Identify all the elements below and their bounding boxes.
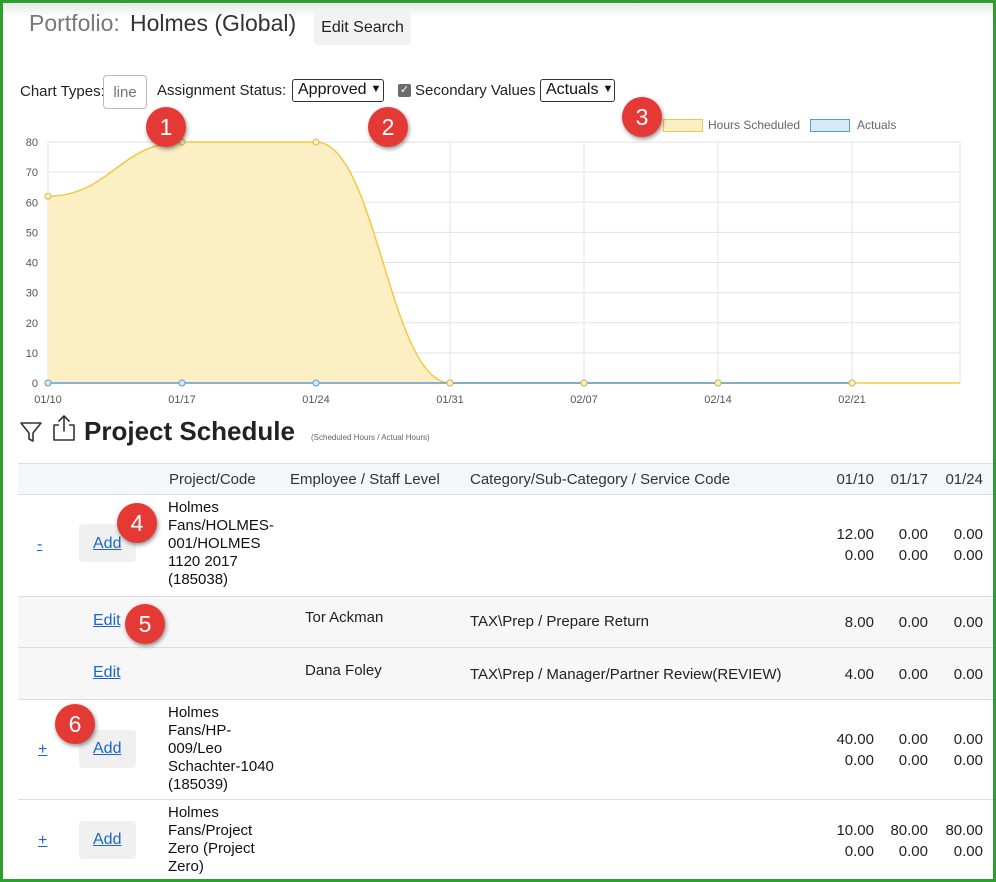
export-icon[interactable] [51,414,77,442]
x-tick-label: 01/24 [302,394,330,406]
y-tick-label: 80 [26,137,38,149]
project-code: Holmes Fans/HOLMES-001/HOLMES 1120 2017 … [168,499,274,588]
callout-badge-5: 5 [125,604,165,644]
add-link[interactable]: Add [93,831,121,849]
point-hours-scheduled [44,192,52,200]
column-header-employee[interactable]: Employee / Staff Level [290,471,440,488]
category-code: TAX\Prep / Manager/Partner Review(REVIEW… [470,666,782,683]
y-tick-label: 50 [26,227,38,239]
expand-toggle[interactable]: + [38,741,47,759]
x-tick-label: 01/10 [34,394,62,406]
week-1-actual: 0.00 [844,843,874,860]
week-3-hours: 0.00 [953,666,983,683]
expand-toggle[interactable]: + [38,832,47,850]
collapse-toggle[interactable]: - [37,536,42,554]
y-tick-label: 30 [26,288,38,300]
week-2-hours: 0.00 [898,666,928,683]
week-3-actual: 0.00 [953,752,983,769]
week-1-scheduled: 40.00 [836,731,874,748]
point-hours-scheduled [312,138,320,146]
point-hours-scheduled [446,379,454,387]
column-header-week-1[interactable]: 01/10 [820,471,874,488]
project-code: Holmes Fans/Project Zero (Project Zero) [168,804,255,875]
x-tick-label: 01/31 [436,394,464,406]
edit-link[interactable]: Edit [93,612,121,630]
point-actuals [44,379,52,387]
week-1-actual: 0.00 [844,752,874,769]
callout-badge-3: 3 [622,97,662,137]
week-2-scheduled: 0.00 [898,731,928,748]
add-link[interactable]: Add [93,535,121,553]
point-hours-scheduled [714,379,722,387]
callout-badge-2: 2 [368,107,408,147]
week-3-scheduled: 80.00 [945,822,983,839]
schedule-title: Project Schedule [84,416,295,446]
week-1-hours: 4.00 [844,666,874,683]
week-3-actual: 0.00 [953,843,983,860]
week-3-scheduled: 0.00 [953,731,983,748]
week-1-scheduled: 12.00 [836,526,874,543]
schedule-subtitle: (Scheduled Hours / Actual Hours) [311,433,430,442]
y-tick-label: 10 [26,348,38,360]
y-tick-label: 0 [32,378,38,390]
week-3-hours: 0.00 [953,614,983,631]
y-tick-label: 40 [26,258,38,270]
y-tick-label: 20 [26,318,38,330]
week-1-actual: 0.00 [844,547,874,564]
column-header-project[interactable]: Project/Code [169,471,256,488]
callout-badge-4: 4 [117,503,157,543]
x-tick-label: 02/21 [838,394,866,406]
week-2-hours: 0.00 [898,614,928,631]
column-header-week-3[interactable]: 01/24 [928,471,983,488]
column-header-week-2[interactable]: 01/17 [874,471,928,488]
x-tick-label: 02/14 [704,394,732,406]
point-hours-scheduled [580,379,588,387]
week-2-actual: 0.00 [898,752,928,769]
x-tick-label: 01/17 [168,394,196,406]
callout-badge-1: 1 [146,107,186,147]
point-actuals [312,379,320,387]
callout-badge-6: 6 [55,704,95,744]
week-2-actual: 0.00 [898,547,928,564]
column-header-category[interactable]: Category/Sub-Category / Service Code [470,471,730,488]
point-actuals [178,379,186,387]
y-tick-label: 60 [26,197,38,209]
employee-name: Dana Foley [305,662,382,679]
week-3-scheduled: 0.00 [953,526,983,543]
hours-chart: 0 10 20 30 40 50 60 70 80 01/10 01/17 01/24 01/31 02/… [26,137,961,406]
y-tick-label: 70 [26,167,38,179]
edit-link[interactable]: Edit [93,664,121,682]
point-hours-scheduled [848,379,856,387]
week-3-actual: 0.00 [953,547,983,564]
week-2-scheduled: 0.00 [898,526,928,543]
category-code: TAX\Prep / Prepare Return [470,613,649,630]
week-1-hours: 8.00 [844,614,874,631]
x-tick-label: 02/07 [570,394,598,406]
project-code: Holmes Fans/HP-009/Leo Schachter-1040 (1… [168,704,274,793]
week-1-scheduled: 10.00 [836,822,874,839]
week-2-scheduled: 80.00 [890,822,928,839]
add-link[interactable]: Add [93,740,121,758]
week-2-actual: 0.00 [898,843,928,860]
filter-icon[interactable] [19,420,43,444]
employee-name: Tor Ackman [305,609,384,626]
